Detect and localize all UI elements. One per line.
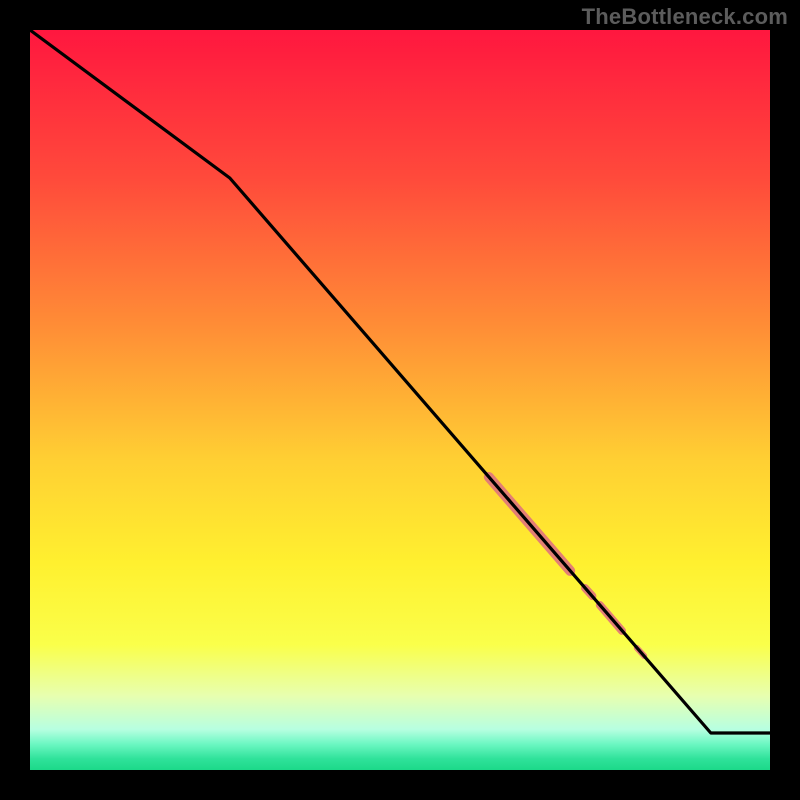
attribution-label: TheBottleneck.com (582, 4, 788, 30)
bottleneck-chart (0, 0, 800, 800)
plot-background (30, 30, 770, 770)
chart-stage: TheBottleneck.com (0, 0, 800, 800)
